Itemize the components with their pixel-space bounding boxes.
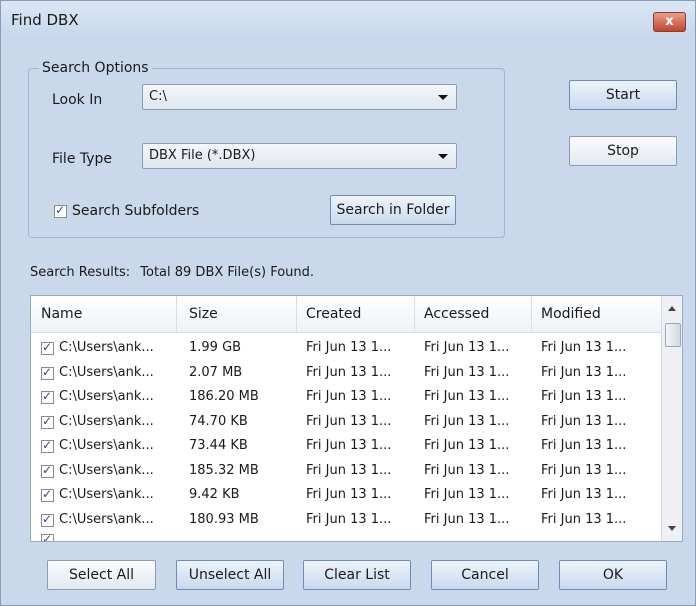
row-checkbox[interactable] bbox=[41, 365, 54, 380]
clear-list-button[interactable]: Clear List bbox=[303, 560, 411, 590]
row-created: Fri Jun 13 1... bbox=[306, 364, 392, 380]
row-modified: Fri Jun 13 1... bbox=[541, 487, 627, 502]
row-accessed: Fri Jun 13 1... bbox=[424, 413, 510, 429]
look-in-dropdown[interactable]: C:\ bbox=[142, 84, 457, 110]
column-divider[interactable] bbox=[296, 296, 297, 332]
column-divider[interactable] bbox=[531, 296, 532, 332]
scroll-down-icon[interactable] bbox=[668, 526, 676, 531]
row-name: C:\Users\ank... bbox=[59, 389, 154, 404]
stop-button[interactable]: Stop bbox=[569, 136, 677, 166]
row-accessed: Fri Jun 13 1... bbox=[424, 364, 510, 380]
search-in-folder-button[interactable]: Search in Folder bbox=[330, 195, 456, 225]
row-name: C:\Users\ank... bbox=[59, 340, 154, 355]
list-row-partial bbox=[31, 532, 661, 541]
row-size: 9.42 KB bbox=[189, 487, 240, 502]
row-name: C:\Users\ank... bbox=[59, 413, 154, 429]
select-all-button[interactable]: Select All bbox=[47, 560, 156, 590]
row-created: Fri Jun 13 1... bbox=[306, 340, 392, 355]
row-checkbox[interactable] bbox=[41, 389, 54, 404]
row-accessed: Fri Jun 13 1... bbox=[424, 438, 510, 453]
look-in-value: C:\ bbox=[149, 89, 167, 104]
chevron-down-icon bbox=[438, 154, 448, 159]
table-row[interactable]: C:\Users\ank... 185.32 MB Fri Jun 13 1... F… bbox=[31, 459, 661, 483]
row-size: 185.32 MB bbox=[189, 462, 259, 478]
column-header-name[interactable]: Name bbox=[41, 306, 82, 322]
search-subfolders-checkbox[interactable] bbox=[54, 203, 67, 218]
table-row[interactable]: C:\Users\ank... 186.20 MB Fri Jun 13 1... F… bbox=[31, 385, 661, 409]
column-header-created[interactable]: Created bbox=[306, 306, 361, 322]
row-accessed: Fri Jun 13 1... bbox=[424, 487, 510, 502]
table-row[interactable]: C:\Users\ank... 9.42 KB Fri Jun 13 1... Fri… bbox=[31, 483, 661, 507]
row-accessed: Fri Jun 13 1... bbox=[424, 511, 510, 527]
chevron-down-icon bbox=[438, 95, 448, 100]
row-name: C:\Users\ank... bbox=[59, 364, 154, 380]
row-created: Fri Jun 13 1... bbox=[306, 487, 392, 502]
file-type-dropdown[interactable]: DBX File (*.DBX) bbox=[142, 143, 457, 169]
search-results-label: Search Results: bbox=[30, 265, 131, 280]
row-modified: Fri Jun 13 1... bbox=[541, 389, 627, 404]
row-created: Fri Jun 13 1... bbox=[306, 389, 392, 404]
table-row[interactable]: C:\Users\ank... 180.93 MB Fri Jun 13 1... F… bbox=[31, 508, 661, 532]
ok-button[interactable]: OK bbox=[559, 560, 667, 590]
row-checkbox[interactable] bbox=[41, 438, 54, 453]
column-header-accessed[interactable]: Accessed bbox=[424, 306, 489, 322]
row-created: Fri Jun 13 1... bbox=[306, 438, 392, 453]
look-in-label: Look In bbox=[52, 92, 103, 108]
row-checkbox[interactable] bbox=[41, 512, 54, 527]
row-size: 73.44 KB bbox=[189, 438, 248, 453]
search-results-status: Search Results: Total 89 DBX File(s) Fou… bbox=[30, 265, 314, 280]
row-size: 180.93 MB bbox=[189, 511, 259, 527]
table-row[interactable]: C:\Users\ank... 1.99 GB Fri Jun 13 1... Fri… bbox=[31, 336, 661, 360]
row-name: C:\Users\ank... bbox=[59, 511, 154, 527]
cancel-button[interactable]: Cancel bbox=[431, 560, 539, 590]
row-created: Fri Jun 13 1... bbox=[306, 462, 392, 478]
file-type-label: File Type bbox=[52, 151, 113, 167]
unselect-all-button[interactable]: Unselect All bbox=[176, 560, 284, 590]
row-created: Fri Jun 13 1... bbox=[306, 413, 392, 429]
row-modified: Fri Jun 13 1... bbox=[541, 462, 627, 478]
window-title: Find DBX bbox=[11, 11, 79, 29]
row-accessed: Fri Jun 13 1... bbox=[424, 340, 510, 355]
row-modified: Fri Jun 13 1... bbox=[541, 413, 627, 429]
row-checkbox[interactable] bbox=[41, 414, 54, 429]
row-modified: Fri Jun 13 1... bbox=[541, 438, 627, 453]
row-size: 2.07 MB bbox=[189, 364, 243, 380]
row-size: 186.20 MB bbox=[189, 389, 259, 404]
row-modified: Fri Jun 13 1... bbox=[541, 511, 627, 527]
column-divider[interactable] bbox=[176, 296, 177, 332]
row-name: C:\Users\ank... bbox=[59, 487, 154, 502]
title-bar[interactable]: Find DBX x bbox=[1, 1, 695, 41]
column-header-modified[interactable]: Modified bbox=[541, 306, 601, 322]
row-checkbox[interactable] bbox=[41, 487, 54, 502]
results-list[interactable]: Name Size Created Accessed Modified C:\U… bbox=[30, 295, 683, 542]
table-row[interactable]: C:\Users\ank... 2.07 MB Fri Jun 13 1... Fri… bbox=[31, 361, 661, 385]
row-modified: Fri Jun 13 1... bbox=[541, 340, 627, 355]
close-button[interactable]: x bbox=[653, 12, 686, 32]
column-divider[interactable] bbox=[414, 296, 415, 332]
row-accessed: Fri Jun 13 1... bbox=[424, 462, 510, 478]
row-checkbox[interactable] bbox=[41, 340, 54, 355]
file-type-value: DBX File (*.DBX) bbox=[149, 148, 256, 163]
table-row[interactable]: C:\Users\ank... 74.70 KB Fri Jun 13 1... Fr… bbox=[31, 410, 661, 434]
search-options-legend: Search Options bbox=[42, 60, 149, 76]
start-button[interactable]: Start bbox=[569, 80, 677, 110]
scroll-up-icon[interactable] bbox=[668, 306, 676, 311]
row-accessed: Fri Jun 13 1... bbox=[424, 389, 510, 404]
row-checkbox[interactable] bbox=[41, 532, 54, 541]
results-count: Total 89 DBX File(s) Found. bbox=[140, 265, 315, 280]
search-subfolders-label: Search Subfolders bbox=[72, 203, 200, 219]
list-header: Name Size Created Accessed Modified bbox=[31, 296, 661, 333]
close-icon: x bbox=[665, 14, 674, 29]
row-size: 74.70 KB bbox=[189, 413, 248, 429]
row-modified: Fri Jun 13 1... bbox=[541, 364, 627, 380]
vertical-scrollbar[interactable] bbox=[661, 296, 682, 541]
row-size: 1.99 GB bbox=[189, 340, 242, 355]
column-header-size[interactable]: Size bbox=[189, 306, 218, 322]
row-checkbox[interactable] bbox=[41, 463, 54, 478]
row-created: Fri Jun 13 1... bbox=[306, 511, 392, 527]
row-name: C:\Users\ank... bbox=[59, 438, 154, 453]
scroll-thumb[interactable] bbox=[665, 323, 681, 347]
row-name: C:\Users\ank... bbox=[59, 462, 154, 478]
table-row[interactable]: C:\Users\ank... 73.44 KB Fri Jun 13 1... Fr… bbox=[31, 434, 661, 458]
